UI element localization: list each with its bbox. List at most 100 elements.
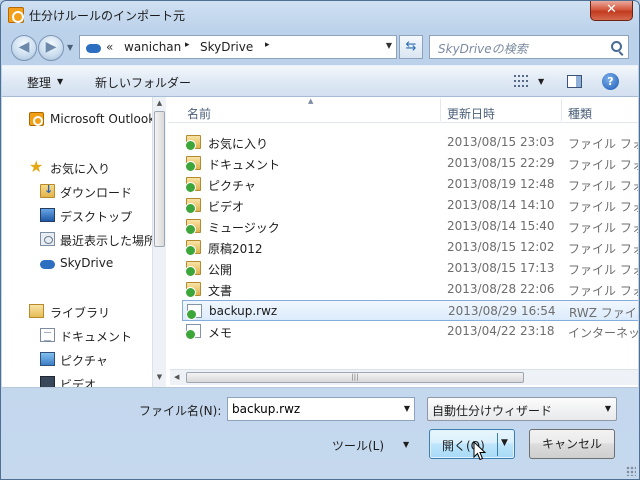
file-name-cell: お気に入り [208, 137, 269, 151]
recent-places-icon [40, 232, 55, 246]
split-button-divider [497, 433, 498, 456]
filename-dropdown-icon[interactable]: ▼ [404, 404, 410, 413]
pictures-icon [40, 352, 55, 366]
address-history-dropdown-icon[interactable]: ▼ [386, 41, 392, 50]
file-type-cell: ファイル フォルダー [568, 263, 638, 277]
sidebar-item-microsoft-outlook[interactable]: Microsoft Outlook [2, 109, 152, 129]
file-date-cell: 2013/08/28 22:06 [447, 282, 555, 296]
videos-icon [40, 376, 55, 387]
file-type-cell: RWZ ファイル [569, 306, 638, 320]
downloads-folder-icon [40, 183, 55, 198]
address-bar[interactable]: « wanichan ▸ SkyDrive ▸ ▼ [79, 35, 397, 59]
breadcrumb-separator-icon[interactable]: ▸ [185, 40, 190, 50]
synced-folder-icon [185, 198, 201, 214]
sidebar-item-videos[interactable]: ビデオ [2, 373, 152, 387]
table-row[interactable]: ミュージック 2013/08/14 15:40 ファイル フォルダー [182, 216, 638, 237]
table-row[interactable]: ビデオ 2013/08/14 14:10 ファイル フォルダー [182, 195, 638, 216]
file-type-cell: ファイル フォルダー [568, 284, 638, 298]
column-divider[interactable] [561, 99, 562, 121]
table-row[interactable]: backup.rwz 2013/08/29 16:54 RWZ ファイル [182, 300, 638, 321]
library-icon [29, 304, 44, 318]
sidebar-item-desktop[interactable]: デスクトップ [2, 205, 152, 225]
open-options-dropdown-icon[interactable]: ▼ [501, 438, 508, 448]
file-name-cell: メモ [208, 326, 233, 340]
search-input[interactable]: SkyDriveの検索 [438, 40, 528, 57]
table-row[interactable]: ドキュメント 2013/08/15 22:29 ファイル フォルダー [182, 153, 638, 174]
table-row[interactable]: ピクチャ 2013/08/19 12:48 ファイル フォルダー [182, 174, 638, 195]
scrollbar-thumb[interactable] [154, 111, 165, 247]
file-type-cell: ファイル フォルダー [568, 221, 638, 235]
column-header-date[interactable]: 更新日時 [447, 105, 495, 122]
skydrive-cloud-icon [40, 256, 55, 270]
column-header-type[interactable]: 種類 [568, 105, 592, 122]
new-folder-button[interactable]: 新しいフォルダー [95, 74, 191, 91]
scrollbar-thumb[interactable]: ||| [186, 372, 524, 383]
sidebar-item-skydrive[interactable]: SkyDrive [2, 253, 152, 273]
organize-menu-button[interactable]: 整理 [27, 74, 51, 91]
view-details-icon[interactable] [514, 75, 528, 87]
column-header-name[interactable]: 名前 [187, 105, 211, 122]
sidebar-item-label: ダウンロード [60, 186, 133, 200]
sidebar-item-favorites[interactable]: ★ お気に入り [2, 157, 152, 177]
table-row[interactable]: 原稿2012 2013/08/15 12:02 ファイル フォルダー [182, 237, 638, 258]
view-dropdown-icon[interactable]: ▼ [538, 77, 544, 86]
filename-combobox[interactable]: ▼ [227, 397, 415, 421]
scroll-left-arrow-icon[interactable]: ◀ [174, 373, 179, 381]
synced-folder-icon [185, 219, 201, 235]
sidebar-item-label: ビデオ [60, 378, 97, 387]
sidebar-item-recent-places[interactable]: 最近表示した場所 [2, 229, 152, 249]
file-name-cell: 公開 [208, 263, 233, 277]
address-overflow-chevron[interactable]: « [106, 40, 113, 54]
file-type-filter[interactable]: 自動仕分けウィザード ▼ [427, 397, 617, 421]
breadcrumb-separator-icon[interactable]: ▸ [265, 40, 270, 50]
filename-field[interactable] [232, 401, 392, 417]
table-row[interactable]: 公開 2013/08/15 17:13 ファイル フォルダー [182, 258, 638, 279]
back-button[interactable]: ◀ [11, 35, 37, 61]
sidebar-item-documents[interactable]: ドキュメント [2, 325, 152, 345]
preview-pane-icon[interactable] [567, 75, 582, 88]
file-type-cell: ファイル フォルダー [568, 200, 638, 214]
tools-dropdown-icon[interactable]: ▼ [403, 440, 409, 449]
file-name-cell: ドキュメント [208, 158, 281, 172]
sidebar-item-label: Microsoft Outlook [50, 112, 152, 126]
sidebar-item-pictures[interactable]: ピクチャ [2, 349, 152, 369]
sidebar-item-downloads[interactable]: ダウンロード [2, 181, 152, 201]
recent-pages-dropdown-icon[interactable]: ▼ [67, 43, 73, 52]
table-row[interactable]: 文書 2013/08/28 22:06 ファイル フォルダー [182, 279, 638, 300]
breadcrumb-segment-skydrive[interactable]: SkyDrive [200, 40, 253, 54]
scroll-down-arrow-icon[interactable]: ▼ [153, 373, 166, 383]
file-name-cell: ピクチャ [208, 179, 256, 193]
table-row[interactable]: メモ 2013/04/22 23:18 インターネット ショートカット [182, 321, 638, 342]
horizontal-scrollbar[interactable]: ◀ ||| [170, 369, 638, 385]
forward-button[interactable]: ▶ [38, 35, 64, 61]
cancel-button[interactable]: キャンセル [529, 429, 615, 459]
search-box[interactable]: SkyDriveの検索 [429, 35, 629, 59]
synced-folder-icon [185, 282, 201, 298]
navigation-pane-scrollbar[interactable]: ▲ ▼ [152, 97, 166, 387]
open-button[interactable]: 開く(O) ▼ [429, 429, 515, 459]
table-row[interactable]: お気に入り 2013/08/15 23:03 ファイル フォルダー [182, 132, 638, 153]
synced-folder-icon [185, 240, 201, 256]
help-icon[interactable]: ? [602, 73, 619, 90]
synced-file-icon [185, 324, 201, 340]
close-button[interactable]: ✕ [590, 1, 633, 21]
column-divider[interactable] [440, 99, 441, 121]
search-icon[interactable] [611, 41, 622, 52]
breadcrumb-segment-user[interactable]: wanichan [124, 40, 181, 54]
organize-dropdown-icon[interactable]: ▼ [57, 77, 63, 86]
title-bar: 仕分けルールのインポート元 ✕ [1, 1, 639, 29]
file-date-cell: 2013/08/19 12:48 [447, 177, 555, 191]
file-type-dropdown-icon[interactable]: ▼ [605, 404, 611, 413]
column-headers: ▲ 名前 更新日時 種類 [168, 97, 638, 123]
sidebar-item-libraries[interactable]: ライブラリ [2, 301, 152, 321]
scroll-up-arrow-icon[interactable]: ▲ [153, 99, 166, 109]
file-name-cell: backup.rwz [209, 304, 278, 318]
outlook-app-icon [8, 7, 24, 23]
tools-menu-button[interactable]: ツール(L) [332, 437, 384, 454]
file-type-cell: ファイル フォルダー [568, 242, 638, 256]
refresh-button[interactable]: ⇆ [399, 35, 423, 59]
sidebar-item-label: ライブラリ [50, 306, 111, 320]
file-name-cell: ビデオ [208, 200, 245, 214]
file-type-filter-value: 自動仕分けウィザード [432, 404, 553, 418]
resize-grip-icon[interactable] [626, 466, 636, 476]
